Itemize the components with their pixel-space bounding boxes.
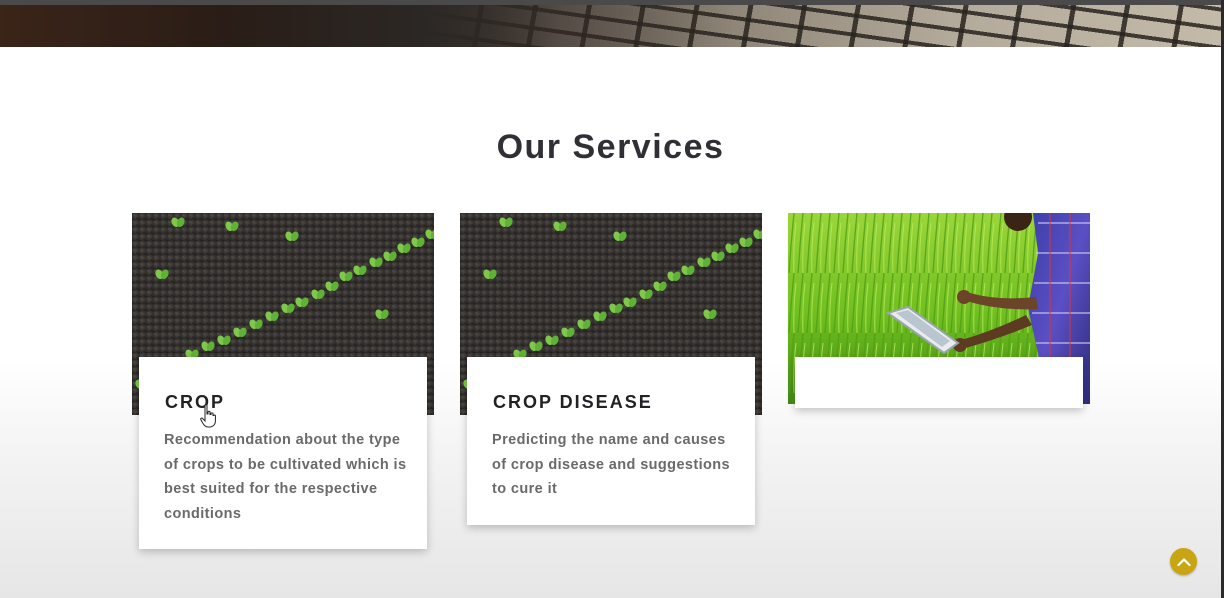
service-card-crop[interactable]: CROP Recommendation about the type of cr…	[139, 357, 427, 549]
hero-banner-image	[0, 0, 1221, 47]
service-card-third[interactable]	[795, 357, 1083, 408]
service-card-description: Predicting the name and causes of crop d…	[492, 432, 731, 497]
service-card-title: CROP DISEASE	[493, 392, 653, 412]
hand-pointer-icon	[200, 404, 216, 428]
banner-shadow-area	[0, 5, 560, 47]
service-card-crop-disease[interactable]: CROP DISEASE Predicting the name and cau…	[467, 357, 755, 525]
scroll-to-top-button[interactable]	[1170, 548, 1197, 575]
chevron-up-icon	[1176, 557, 1191, 566]
section-title: Our Services	[496, 128, 725, 166]
service-card-description: Recommendation about the type of crops t…	[164, 432, 407, 522]
service-card-title: CROP	[165, 392, 226, 412]
